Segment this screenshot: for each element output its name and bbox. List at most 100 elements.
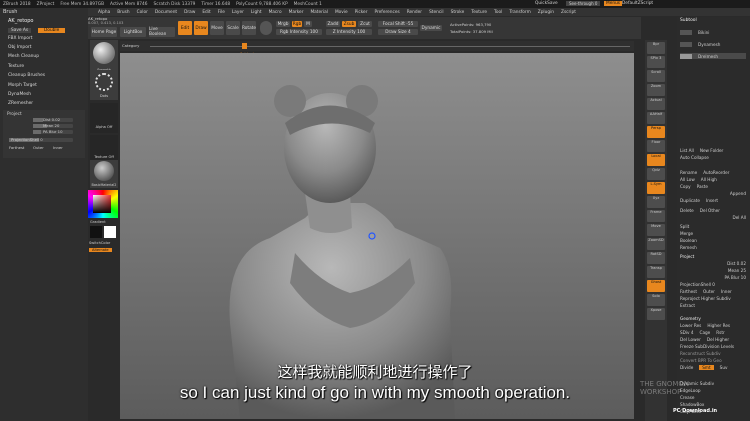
save-as-button[interactable]: Save As	[8, 28, 32, 33]
seethrough-slider[interactable]: See-through 0	[566, 1, 601, 6]
scale-button[interactable]: Scale	[226, 21, 240, 35]
alternate-button[interactable]: Alternate	[89, 248, 112, 252]
texture-button[interactable]: Texture	[8, 64, 24, 69]
xpose-button[interactable]: Xpose	[647, 308, 665, 320]
append-button[interactable]: Append	[730, 191, 746, 196]
subtool-item-drelmesh[interactable]: Drelmesh	[680, 53, 746, 59]
cage-button[interactable]: Cage	[700, 330, 711, 335]
menu-macro[interactable]: Macro	[269, 10, 282, 15]
autoreorder-button[interactable]: AutoReorder	[703, 170, 729, 175]
morph-target-button[interactable]: Morph Target	[8, 83, 37, 88]
rotsd-button[interactable]: RotSD	[647, 252, 665, 264]
pa-blur-slider-right[interactable]: PA Blur 10	[724, 275, 746, 280]
farthest-button-right[interactable]: Farthest	[680, 289, 697, 294]
del-other-button[interactable]: Del Other	[700, 208, 720, 213]
divide-button[interactable]: Divide	[680, 365, 693, 370]
merge-button[interactable]: Merge	[680, 231, 693, 236]
stroke-thumbnail[interactable]: Dots	[90, 70, 118, 100]
z-intensity-slider[interactable]: Z Intensity 100	[326, 29, 372, 35]
move-view-button[interactable]: Move	[647, 224, 665, 236]
sculptris-pro-icon[interactable]	[260, 21, 272, 35]
secondary-color-swatch[interactable]	[90, 226, 102, 238]
project-section-header[interactable]: Project	[680, 254, 694, 259]
boolean-button[interactable]: Boolean	[680, 238, 697, 243]
menu-stencil[interactable]: Stencil	[429, 10, 444, 15]
sdiv-slider[interactable]: SDiv 4	[680, 330, 694, 335]
outer-button[interactable]: Outer	[33, 145, 44, 150]
paste-button[interactable]: Paste	[697, 184, 708, 189]
zoomsd-button[interactable]: ZoomSD	[647, 238, 665, 250]
home-page-button[interactable]: Home Page	[91, 27, 117, 37]
auto-collapse-button[interactable]: Auto Collapse	[680, 155, 709, 160]
menu-brush[interactable]: Brush	[117, 10, 129, 15]
qviz-button[interactable]: Qviz	[647, 168, 665, 180]
zcut-button[interactable]: Zcut	[358, 21, 372, 27]
outer-button-right[interactable]: Outer	[703, 289, 715, 294]
extract-button[interactable]: Extract	[680, 303, 695, 308]
menu-transform[interactable]: Transform	[509, 10, 530, 15]
del-lower-button[interactable]: Del Lower	[680, 337, 701, 342]
mesh-cleanup-button[interactable]: Mesh Cleanup	[8, 54, 39, 59]
m-button[interactable]: M	[304, 21, 312, 27]
aahalf-button[interactable]: AAHalf	[647, 112, 665, 124]
zremesher-button[interactable]: ZRemesher	[8, 101, 33, 106]
copy-button[interactable]: Copy	[680, 184, 691, 189]
rgb-intensity-slider[interactable]: Rgb Intensity 100	[276, 29, 322, 35]
menu-tool[interactable]: Tool	[494, 10, 502, 15]
menu-document[interactable]: Document	[155, 10, 177, 15]
alpha-thumbnail[interactable]: Alpha Off	[90, 103, 118, 133]
all-high-button[interactable]: All High	[701, 177, 717, 182]
menu-alpha[interactable]: Alpha	[98, 10, 110, 15]
suv-toggle[interactable]: Suv	[720, 365, 728, 370]
subtool-item-dynamesh[interactable]: Dynamesh	[680, 41, 746, 47]
subtool-item-bikini[interactable]: Bikini	[680, 29, 746, 35]
rstr-button[interactable]: Rstr	[716, 330, 724, 335]
reconstruct-subdiv-button[interactable]: Reconstruct Subdiv	[680, 351, 721, 356]
zsub-button[interactable]: Zsub	[342, 21, 356, 27]
ghost-button[interactable]: Ghost	[647, 280, 665, 292]
geometry-section-header[interactable]: Geometry	[680, 316, 701, 321]
menu-zscript[interactable]: Zscript	[561, 10, 576, 15]
rotate-button[interactable]: Rotate	[242, 21, 256, 35]
dynamesh-button[interactable]: DynaMesh	[8, 92, 31, 97]
switchcolor-button[interactable]: SwitchColor	[89, 241, 110, 245]
menu-preferences[interactable]: Preferences	[374, 10, 399, 15]
local-button[interactable]: Local	[647, 154, 665, 166]
default-zscript-button[interactable]: DefaultZScript	[622, 1, 653, 6]
timeline-track[interactable]	[150, 46, 630, 47]
lower-res-button[interactable]: Lower Res	[680, 323, 701, 328]
floor-button[interactable]: Floor	[647, 140, 665, 152]
convert-bpr-button[interactable]: Convert BPR To Geo	[680, 358, 722, 363]
zadd-button[interactable]: Zadd	[326, 21, 340, 27]
rename-button[interactable]: Rename	[680, 170, 697, 175]
menu-movie[interactable]: Movie	[335, 10, 348, 15]
double-button[interactable]: Double	[38, 28, 66, 33]
menu-light[interactable]: Light	[251, 10, 262, 15]
reproject-higher-subdiv-button[interactable]: Reproject Higher Subdiv	[680, 296, 731, 301]
spix-button[interactable]: SPix 3	[647, 56, 665, 68]
split-button[interactable]: Split	[680, 224, 689, 229]
quicksave-button[interactable]: QuickSave	[535, 1, 558, 6]
edit-button[interactable]: Edit	[178, 21, 192, 35]
persp-button[interactable]: Persp	[647, 126, 665, 138]
inner-button[interactable]: Inner	[53, 145, 63, 150]
xyz-button[interactable]: Xyz	[647, 196, 665, 208]
menu-zplugin[interactable]: Zplugin	[538, 10, 554, 15]
menu-color[interactable]: Color	[137, 10, 148, 15]
bpr-button[interactable]: Bpr	[647, 42, 665, 54]
higher-res-button[interactable]: Higher Res	[707, 323, 730, 328]
delete-button[interactable]: Delete	[680, 208, 694, 213]
menu-stroke[interactable]: Stroke	[451, 10, 465, 15]
obj-import-button[interactable]: Obj Import	[8, 45, 31, 50]
farthest-button[interactable]: Farthest	[9, 145, 24, 150]
remesh-button[interactable]: Remesh	[680, 245, 697, 250]
texture-thumbnail[interactable]: Texture Off	[90, 135, 118, 163]
cleanup-brushes-button[interactable]: Cleanup Brushes	[8, 73, 45, 78]
zoom-button[interactable]: Zoom	[647, 84, 665, 96]
material-thumbnail[interactable]: BasicMaterial2	[90, 160, 118, 188]
menu-render[interactable]: Render	[407, 10, 422, 15]
mrgb-button[interactable]: Mrgb	[276, 21, 290, 27]
actual-button[interactable]: Actual	[647, 98, 665, 110]
draw-size-slider[interactable]: Draw Size 4	[378, 29, 418, 35]
menus-button[interactable]: Menus	[604, 1, 623, 6]
